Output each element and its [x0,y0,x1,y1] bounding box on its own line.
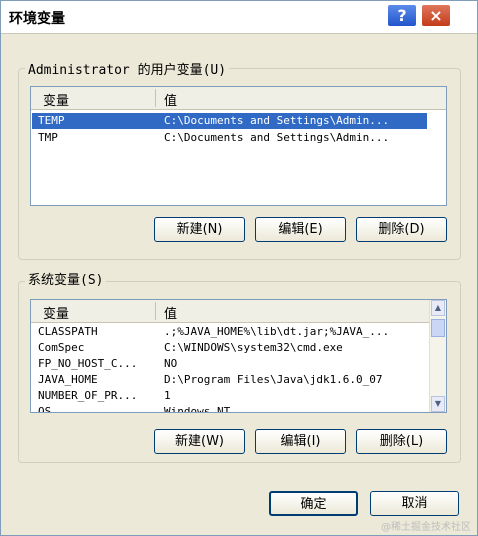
var-value: C:\Documents and Settings\Admin... [164,114,390,127]
column-header-variable[interactable]: 变量 [43,90,69,109]
column-header-value[interactable]: 值 [164,303,177,322]
user-vars-label: Administrator 的用户变量(U) [25,59,230,78]
var-value: NO [164,357,178,370]
user-var-row-tmp[interactable]: TMP C:\Documents and Settings\Admin... [32,130,427,146]
user-delete-button[interactable]: 删除(D) [356,217,447,242]
scroll-thumb[interactable] [431,319,445,337]
system-vars-label: 系统变量(S) [25,269,107,288]
user-vars-list[interactable]: 变量 值 TEMP C:\Documents and Settings\Admi… [30,86,447,206]
scroll-up-arrow-icon[interactable]: ▲ [431,300,445,316]
env-vars-dialog: 环境变量 ? × Administrator 的用户变量(U) 变量 值 TEM… [0,0,478,536]
var-name: FP_NO_HOST_C... [38,357,138,370]
vertical-scrollbar[interactable]: ▲ ▼ [429,300,446,412]
var-name: OS [38,405,52,413]
system-new-button[interactable]: 新建(W) [154,429,245,454]
column-header-value[interactable]: 值 [164,90,177,109]
scroll-down-arrow-icon[interactable]: ▼ [431,396,445,412]
var-value: .;%JAVA_HOME%\lib\dt.jar;%JAVA_... [164,325,390,338]
user-var-row-temp[interactable]: TEMP C:\Documents and Settings\Admin... [32,113,427,129]
var-name: TMP [38,131,58,144]
column-divider[interactable] [155,89,156,107]
help-button[interactable]: ? [387,4,417,27]
system-edit-button[interactable]: 编辑(I) [255,429,346,454]
var-value: C:\WINDOWS\system32\cmd.exe [164,341,343,354]
column-header-variable[interactable]: 变量 [43,303,69,322]
var-value: Windows_NT [164,405,231,413]
var-value: D:\Program Files\Java\jdk1.6.0_07 [164,373,383,386]
ok-button[interactable]: 确定 [269,491,358,516]
var-name: JAVA_HOME [38,373,98,386]
dialog-title: 环境变量 [9,11,65,27]
var-value: 1 [164,389,171,402]
var-name: CLASSPATH [38,325,98,338]
column-divider[interactable] [155,302,156,320]
close-button[interactable]: × [421,4,451,27]
var-name: TEMP [38,114,65,127]
list-header: 变量 值 [31,87,446,110]
var-value: C:\Documents and Settings\Admin... [164,131,390,144]
system-vars-list[interactable]: 变量 值 CLASSPATH .;%JAVA_HOME%\lib\dt.jar;… [30,299,447,413]
list-header: 变量 值 [31,300,429,323]
user-edit-button[interactable]: 编辑(E) [255,217,346,242]
system-delete-button[interactable]: 删除(L) [356,429,447,454]
user-new-button[interactable]: 新建(N) [154,217,245,242]
watermark: @稀土掘金技术社区 [381,522,471,533]
title-bar: 环境变量 ? × [1,1,477,34]
cancel-button[interactable]: 取消 [370,491,459,516]
var-name: ComSpec [38,341,85,354]
var-name: NUMBER_OF_PR... [38,389,138,402]
